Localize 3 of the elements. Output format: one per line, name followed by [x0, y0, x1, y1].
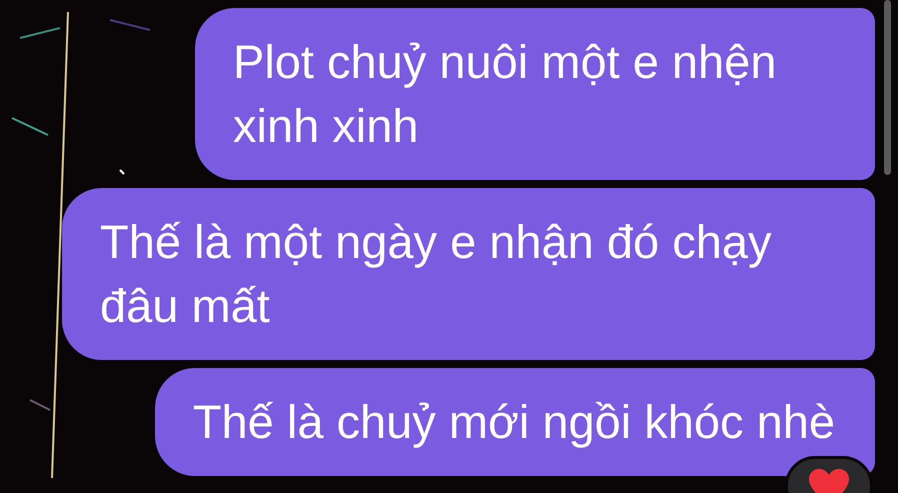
message-bubble: Thế là một ngày e nhận đó chạy đâu mất [62, 188, 875, 360]
message-bubble: Thế là chuỷ mới ngồi khóc nhè [154, 368, 875, 476]
message-bubble: Plot chuỷ nuôi một e nhện xinh xinh [195, 8, 875, 180]
